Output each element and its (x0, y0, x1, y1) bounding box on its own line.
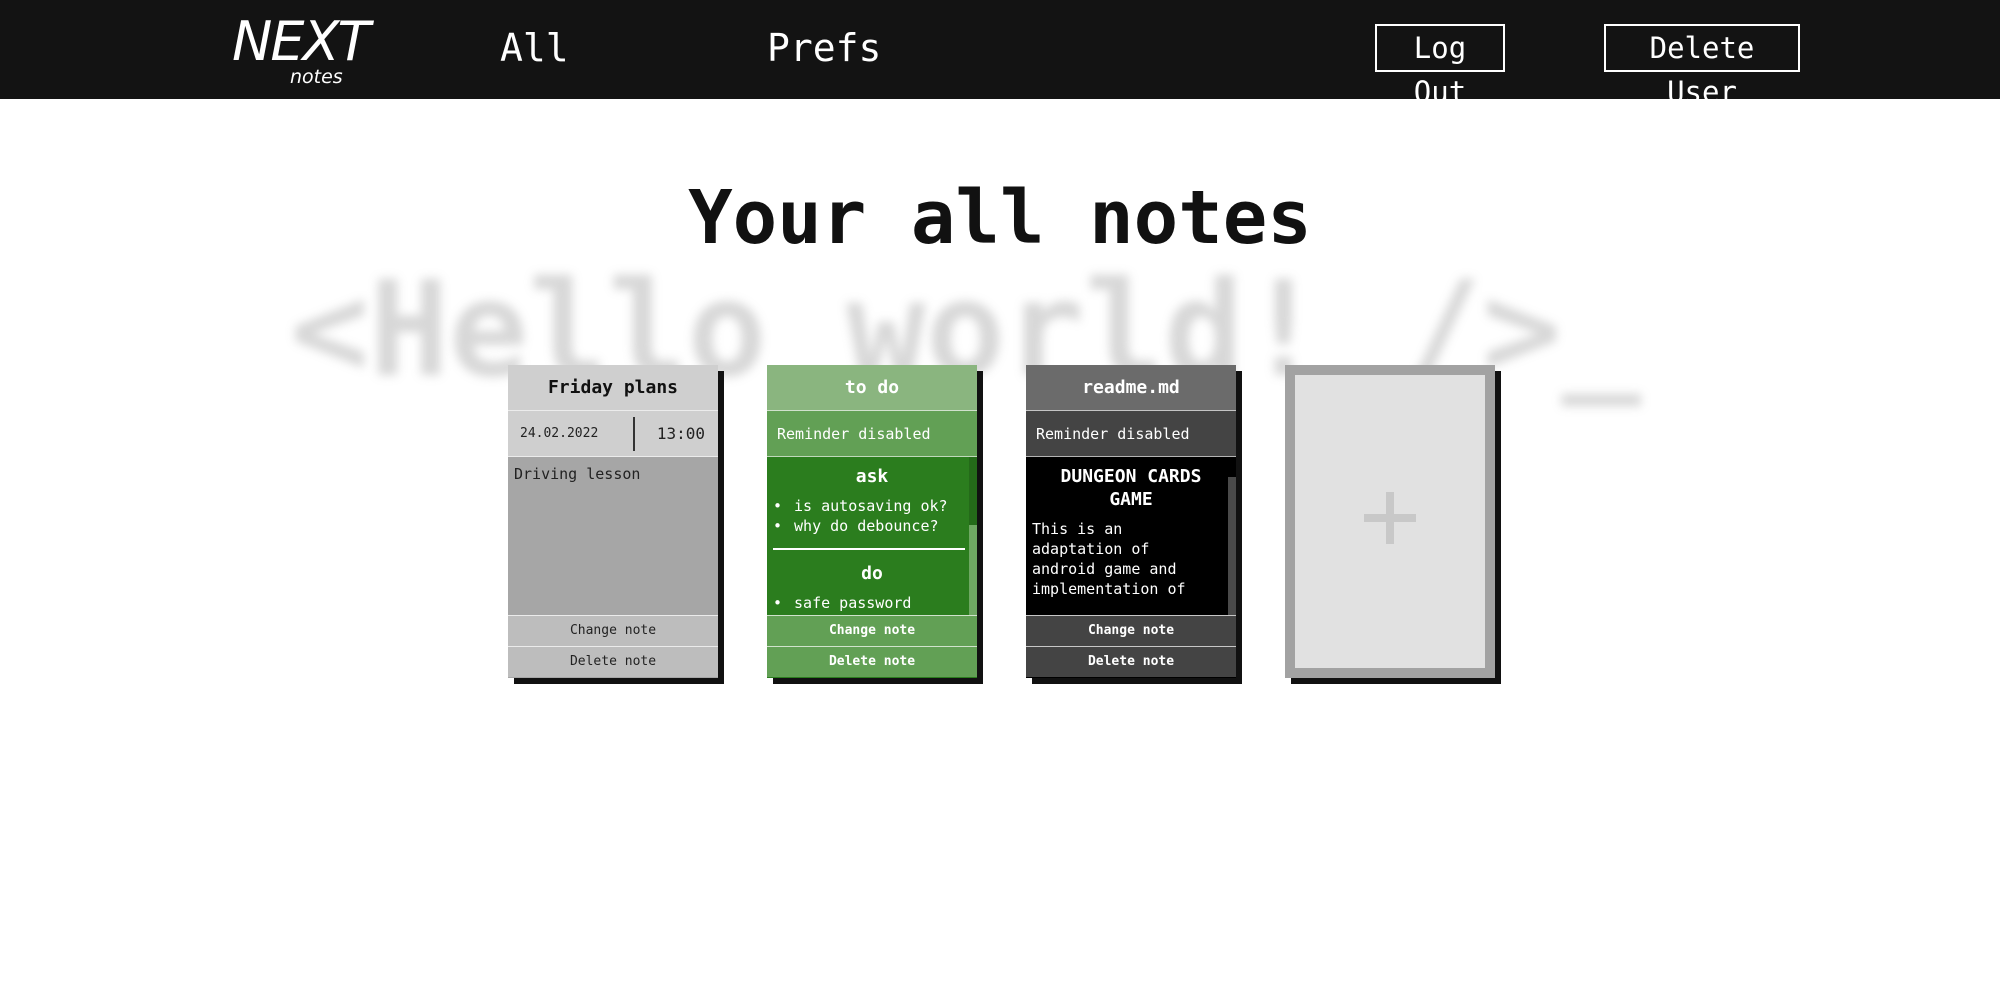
note-title: to do (767, 365, 977, 411)
note-body-heading: DUNGEON CARDS GAME (1060, 466, 1202, 510)
add-note-area[interactable] (1295, 375, 1485, 668)
scrollbar[interactable] (1228, 457, 1236, 615)
scroll-thumb[interactable] (1228, 477, 1236, 615)
logout-button[interactable]: Log Out (1375, 24, 1505, 109)
reminder-date: 24.02.2022 (508, 417, 635, 451)
change-note-button[interactable]: Change note (1026, 615, 1236, 646)
note-body-text: This is an adaptation of android game an… (1032, 520, 1186, 598)
nav-link-all[interactable]: All (500, 24, 569, 72)
reminder-time: 13:00 (656, 424, 705, 443)
plus-icon (1364, 491, 1416, 544)
note-body: Driving lesson (508, 457, 718, 615)
divider (773, 548, 965, 550)
note-body-text: Driving lesson (514, 465, 641, 483)
logo-sub-text: notes (290, 66, 343, 88)
note-title: readme.md (1026, 365, 1236, 411)
note-body[interactable]: ask is autosaving ok? why do debounce? d… (767, 457, 977, 615)
delete-note-button[interactable]: Delete note (767, 646, 977, 677)
scrollbar[interactable] (969, 457, 977, 615)
change-note-button[interactable]: Change note (508, 615, 718, 646)
note-body[interactable]: DUNGEON CARDS GAME This is an adaptation… (1026, 457, 1236, 615)
note-card: to do Reminder disabled ask is autosavin… (767, 365, 977, 678)
list-item: safe password (773, 593, 971, 613)
note-reminder: Reminder disabled (1026, 411, 1236, 457)
list-item: why do debounce? (773, 516, 971, 536)
page-title: Your all notes (688, 175, 1312, 261)
note-title: Friday plans (508, 365, 718, 411)
note-reminder: Reminder disabled (767, 411, 977, 457)
note-section-heading: do (861, 563, 883, 584)
note-section-heading: ask (855, 466, 889, 487)
note-list: is autosaving ok? why do debounce? (767, 488, 977, 536)
logo-main-text: NEXT (232, 10, 370, 73)
navbar: NEXT notes All Prefs Log Out Delete User (0, 0, 2000, 109)
list-item: is autosaving ok? (773, 496, 971, 516)
delete-note-button[interactable]: Delete note (508, 646, 718, 677)
nav-link-prefs[interactable]: Prefs (767, 24, 881, 72)
note-list: safe password (767, 585, 977, 613)
delete-user-button[interactable]: Delete User (1604, 24, 1800, 109)
add-note-button[interactable] (1285, 365, 1495, 678)
change-note-button[interactable]: Change note (767, 615, 977, 646)
scroll-thumb[interactable] (969, 525, 977, 615)
note-card: readme.md Reminder disabled DUNGEON CARD… (1026, 365, 1236, 678)
note-reminder: 24.02.2022 13:00 (508, 411, 718, 457)
delete-note-button[interactable]: Delete note (1026, 646, 1236, 677)
note-card: Friday plans 24.02.2022 13:00 Driving le… (508, 365, 718, 678)
logo[interactable]: NEXT notes (230, 10, 380, 92)
